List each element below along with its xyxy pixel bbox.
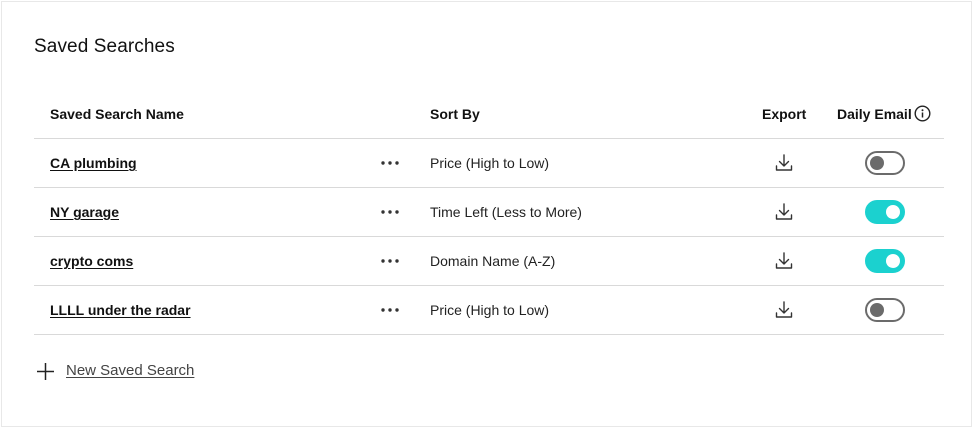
table-row: crypto coms Domain Name (A-Z)	[34, 237, 944, 286]
header-saved-search-name: Saved Search Name	[50, 106, 184, 122]
more-horizontal-icon[interactable]	[378, 153, 402, 173]
download-icon[interactable]	[774, 251, 794, 271]
daily-email-toggle[interactable]	[865, 298, 905, 322]
saved-search-name-link[interactable]: CA plumbing	[50, 155, 137, 171]
more-horizontal-icon[interactable]	[378, 300, 402, 320]
plus-icon	[37, 363, 54, 380]
download-icon[interactable]	[774, 202, 794, 222]
header-daily-email: Daily Email	[837, 106, 912, 122]
sort-by-value: Price (High to Low)	[430, 302, 550, 318]
download-icon[interactable]	[774, 300, 794, 320]
header-export: Export	[762, 106, 807, 122]
saved-searches-panel: Saved Searches Saved Search Name Sort By…	[1, 1, 972, 427]
sort-by-value: Price (High to Low)	[430, 155, 550, 171]
saved-searches-table: Saved Search Name Sort By Export Daily E…	[34, 89, 944, 335]
page-title: Saved Searches	[34, 36, 175, 57]
saved-search-name-link[interactable]: crypto coms	[50, 253, 133, 269]
download-icon[interactable]	[774, 153, 794, 173]
new-saved-search-label: New Saved Search	[66, 362, 195, 379]
sort-by-value: Time Left (Less to More)	[430, 204, 582, 220]
daily-email-toggle[interactable]	[865, 151, 905, 175]
saved-search-name-link[interactable]: LLLL under the radar	[50, 302, 191, 318]
table-row: LLLL under the radar Price (High to Low)	[34, 286, 944, 335]
table-header: Saved Search Name Sort By Export Daily E…	[34, 89, 944, 139]
sort-by-value: Domain Name (A-Z)	[430, 253, 556, 269]
table-row: CA plumbing Price (High to Low)	[34, 139, 944, 188]
toggle-knob	[886, 205, 900, 219]
info-icon[interactable]	[914, 105, 931, 122]
table-row: NY garage Time Left (Less to More)	[34, 188, 944, 237]
header-sort-by: Sort By	[430, 106, 480, 122]
toggle-knob	[886, 254, 900, 268]
daily-email-toggle[interactable]	[865, 249, 905, 273]
daily-email-toggle[interactable]	[865, 200, 905, 224]
more-horizontal-icon[interactable]	[378, 251, 402, 271]
toggle-knob	[870, 156, 884, 170]
toggle-knob	[870, 303, 884, 317]
saved-search-name-link[interactable]: NY garage	[50, 204, 119, 220]
more-horizontal-icon[interactable]	[378, 202, 402, 222]
